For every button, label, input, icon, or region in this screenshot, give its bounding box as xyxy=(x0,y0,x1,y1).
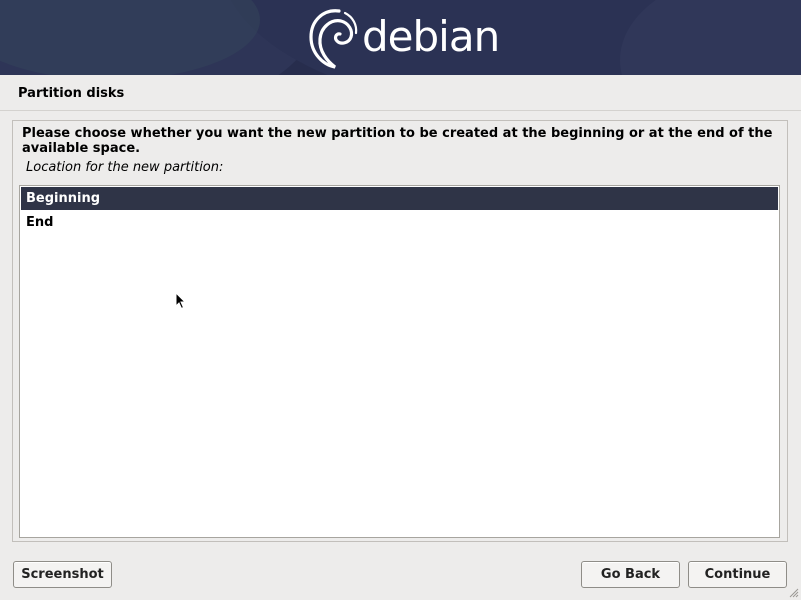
question-text: Please choose whether you want the new p… xyxy=(22,126,773,156)
debian-banner: debian xyxy=(0,0,801,75)
screenshot-button[interactable]: Screenshot xyxy=(13,561,112,588)
continue-button[interactable]: Continue xyxy=(688,561,787,588)
location-list[interactable]: Beginning End xyxy=(19,185,780,538)
debian-logo-text: debian xyxy=(362,12,500,61)
title-divider xyxy=(0,110,801,111)
resize-grip-icon[interactable] xyxy=(787,586,799,598)
page-title: Partition disks xyxy=(18,86,125,101)
debian-swirl-icon xyxy=(309,9,358,69)
list-item-beginning[interactable]: Beginning xyxy=(21,187,778,210)
go-back-button[interactable]: Go Back xyxy=(581,561,680,588)
list-item-end[interactable]: End xyxy=(21,211,778,234)
prompt-label: Location for the new partition: xyxy=(26,160,224,175)
mouse-pointer-icon xyxy=(175,292,187,310)
